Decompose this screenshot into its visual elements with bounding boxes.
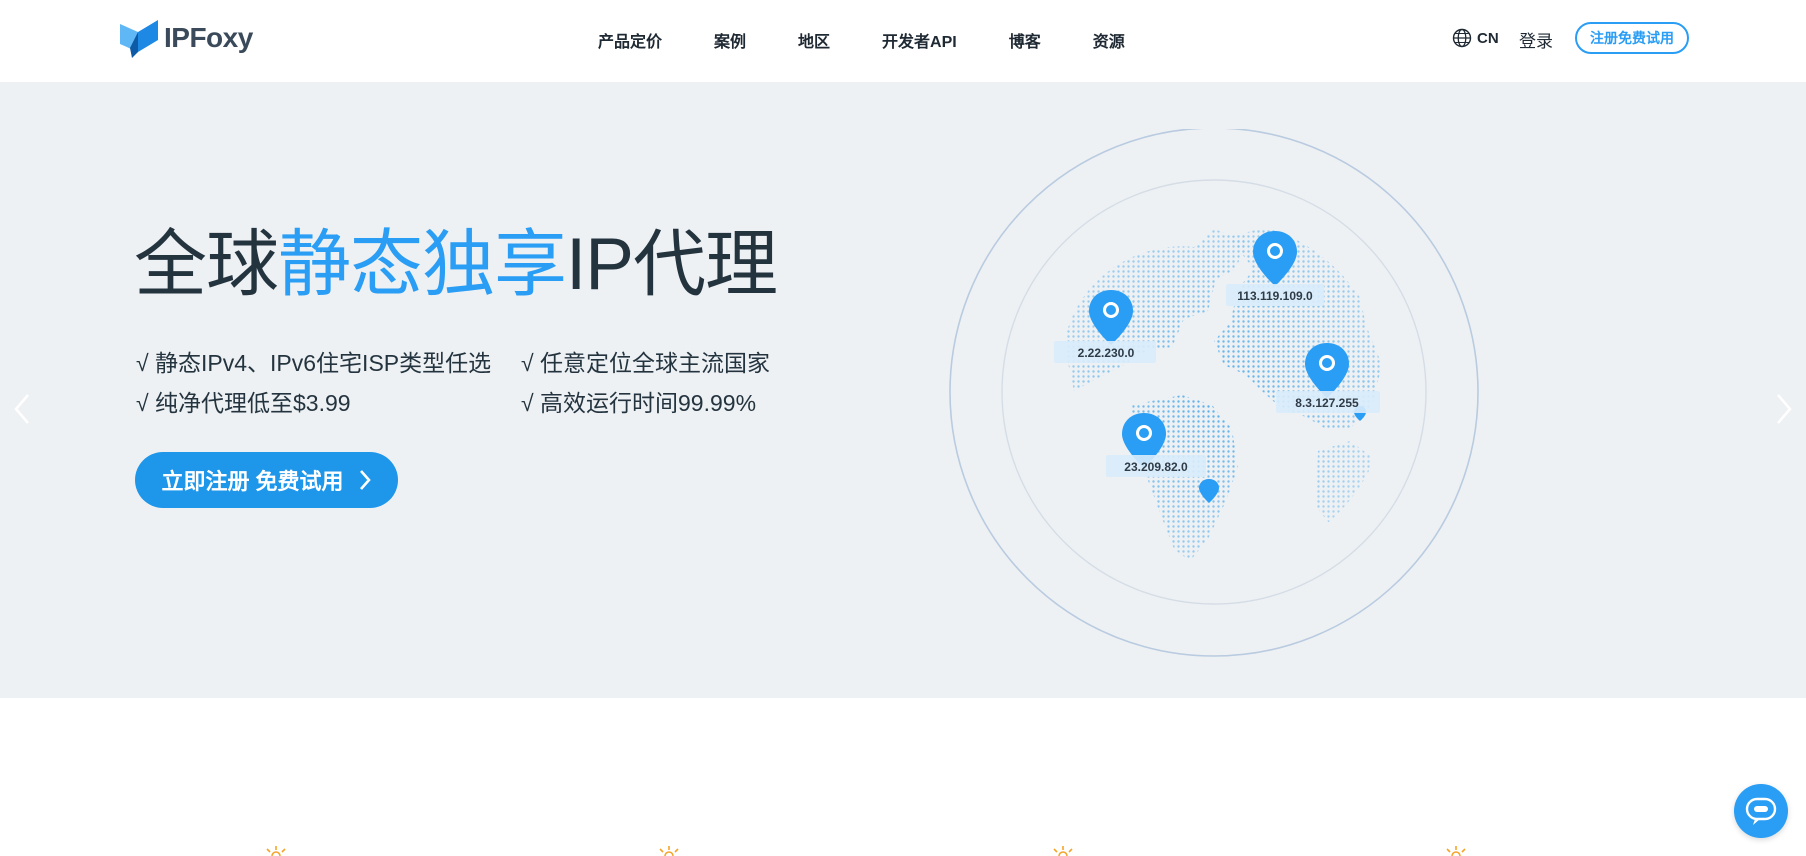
hero-title: 全球静态独享IP代理 (134, 228, 778, 301)
globe-illustration: 113.119.109.0 2.22.230.0 8.3.127.255 23.… (949, 129, 1479, 657)
nav-item-regions[interactable]: 地区 (798, 28, 830, 52)
sun-icon (1053, 846, 1073, 856)
nav-item-cases[interactable]: 案例 (714, 28, 746, 52)
feature-item: √ 静态IPv4、IPv6住宅ISP类型任选 (136, 350, 492, 376)
nav-item-pricing[interactable]: 产品定价 (598, 28, 662, 52)
brand-name: IPFoxy (164, 22, 253, 53)
chevron-right-icon[interactable] (1772, 385, 1796, 433)
globe-language-icon (1452, 28, 1472, 48)
sun-icon (1446, 846, 1466, 856)
site-header: IPFoxy 产品定价 案例 地区 开发者API 博客 资源 CN 登录 注册免… (0, 0, 1806, 82)
chat-icon (1745, 797, 1777, 825)
main-nav: 产品定价 案例 地区 开发者API 博客 资源 (598, 28, 1177, 52)
chat-support-button[interactable] (1734, 784, 1788, 838)
nav-item-developer-api[interactable]: 开发者API (882, 28, 957, 52)
feature-item: √ 纯净代理低至$3.99 (136, 390, 351, 416)
ip-label: 113.119.109.0 (1237, 289, 1313, 303)
signup-free-trial-button[interactable]: 注册免费试用 (1575, 22, 1689, 54)
sun-icon (266, 846, 286, 856)
feature-item: √ 任意定位全球主流国家 (521, 350, 771, 376)
hero-title-highlight: 静态独享 (278, 224, 567, 305)
nav-item-resources[interactable]: 资源 (1093, 28, 1125, 52)
ip-label: 23.209.82.0 (1124, 460, 1188, 474)
language-label: CN (1477, 29, 1499, 47)
ip-label: 2.22.230.0 (1078, 346, 1135, 360)
sun-icon (659, 846, 679, 856)
ip-label: 8.3.127.255 (1295, 396, 1359, 410)
logo-mark-icon (120, 20, 158, 58)
chevron-right-icon (359, 470, 371, 490)
hero-title-part1: 全球 (134, 224, 279, 305)
nav-item-blog[interactable]: 博客 (1009, 28, 1041, 52)
cta-label: 立即注册 免费试用 (161, 469, 344, 494)
login-link[interactable]: 登录 (1519, 27, 1553, 52)
feature-item: √ 高效运行时间99.99% (521, 390, 757, 416)
cta-register-button[interactable]: 立即注册 免费试用 (135, 452, 398, 508)
hero-title-part2: IP代理 (566, 224, 778, 305)
language-switcher[interactable]: CN (1452, 28, 1499, 48)
hero-section: 全球静态独享IP代理 √ 静态IPv4、IPv6住宅ISP类型任选 √ 任意定位… (0, 82, 1806, 698)
logo[interactable]: IPFoxy (118, 18, 253, 58)
chevron-left-icon[interactable] (10, 385, 34, 433)
